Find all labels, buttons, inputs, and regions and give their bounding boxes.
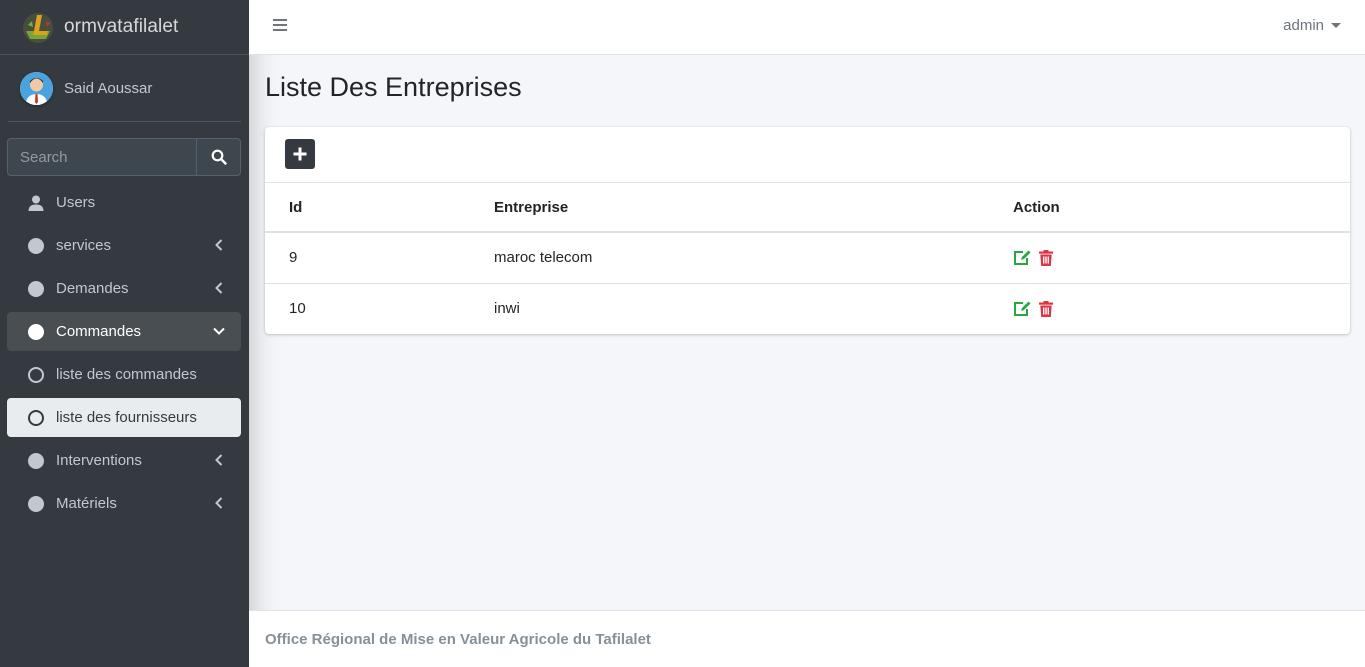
circle-icon [27, 495, 45, 513]
sidebar-item-label: liste des commandes [56, 366, 197, 383]
edit-icon[interactable] [1013, 301, 1031, 317]
plus-icon [293, 147, 307, 161]
search-icon [211, 149, 227, 165]
chevron-down-icon [212, 324, 226, 338]
chevron-left-icon [212, 496, 226, 510]
sidebar-item-demandes[interactable]: Demandes [7, 269, 241, 308]
user-panel[interactable]: Said Aoussar [8, 55, 241, 122]
sidebar-item-users[interactable]: Users [7, 183, 241, 222]
add-entreprise-button[interactable] [285, 139, 315, 169]
sidebar-search [7, 138, 241, 176]
footer-text: Office Régional de Mise en Valeur Agrico… [265, 631, 651, 648]
column-header-action: Action [989, 183, 1350, 233]
sidebar-item-commandes[interactable]: Commandes [7, 312, 241, 351]
sidebar-item-services[interactable]: services [7, 226, 241, 265]
search-input[interactable] [7, 138, 196, 176]
trash-icon[interactable] [1039, 300, 1053, 317]
page-title: Liste Des Entreprises [265, 72, 522, 102]
trash-icon[interactable] [1039, 249, 1053, 266]
circle-icon [27, 237, 45, 255]
page-footer: Office Régional de Mise en Valeur Agrico… [249, 610, 1365, 667]
entreprises-table: Id Entreprise Action 9 maroc telecom 10 … [265, 183, 1350, 334]
table-row: 9 maroc telecom [265, 232, 1350, 283]
chevron-left-icon [212, 281, 226, 295]
cell-action [989, 282, 1350, 334]
sidebar-item-label: services [56, 237, 112, 254]
circle-outline-icon [27, 409, 45, 427]
sidebar-item-label: liste des fournisseurs [56, 409, 197, 426]
card-header [265, 127, 1350, 183]
cell-action [989, 232, 1350, 283]
top-navbar: admin [249, 0, 1365, 55]
circle-icon [27, 452, 45, 470]
cell-entreprise: maroc telecom [494, 249, 593, 267]
user-name[interactable]: Said Aoussar [64, 80, 152, 97]
sidebar-item-label: Interventions [56, 452, 142, 469]
sidebar-item-label: Users [56, 194, 96, 211]
table-header-row: Id Entreprise Action [265, 183, 1350, 233]
user-menu-dropdown[interactable]: admin [1283, 17, 1341, 34]
sidebar-item-liste-des-fournisseurs[interactable]: liste des fournisseurs [7, 398, 241, 437]
search-button[interactable] [196, 138, 241, 176]
cell-id: 9 [289, 249, 298, 267]
sidebar-nav: Users services Demandes Commandes liste … [7, 183, 241, 527]
brand-name: ormvatafilalet [64, 16, 179, 37]
edit-icon[interactable] [1013, 250, 1031, 266]
circle-icon [27, 323, 45, 341]
caret-down-icon [1331, 23, 1341, 28]
sidebar-item-label: Demandes [56, 280, 129, 297]
column-header-entreprise: Entreprise [470, 183, 989, 233]
cell-entreprise: inwi [470, 282, 989, 334]
table-row: 10 inwi [265, 282, 1350, 334]
entreprises-card: Id Entreprise Action 9 maroc telecom 10 … [265, 127, 1350, 334]
chevron-left-icon [212, 238, 226, 252]
chevron-left-icon [212, 453, 226, 467]
sidebar-item-materiels[interactable]: Matériels [7, 484, 241, 523]
brand-logo-icon [20, 9, 56, 45]
main-sidebar: ormvatafilalet Said Aoussar Search Users… [0, 0, 249, 667]
sidebar-item-interventions[interactable]: Interventions [7, 441, 241, 480]
menu-toggle-icon[interactable] [273, 19, 287, 33]
cell-id: 10 [265, 282, 470, 334]
user-menu-label: admin [1283, 17, 1324, 34]
sidebar-item-label: Commandes [56, 323, 142, 340]
circle-icon [27, 280, 45, 298]
column-header-id: Id [265, 183, 470, 233]
sidebar-item-liste-des-commandes[interactable]: liste des commandes [7, 355, 241, 394]
sidebar-item-label: Matériels [56, 495, 117, 512]
circle-outline-icon [27, 366, 45, 384]
user-icon [27, 194, 45, 212]
brand-link[interactable]: ormvatafilalet [0, 0, 249, 55]
avatar [20, 71, 53, 105]
